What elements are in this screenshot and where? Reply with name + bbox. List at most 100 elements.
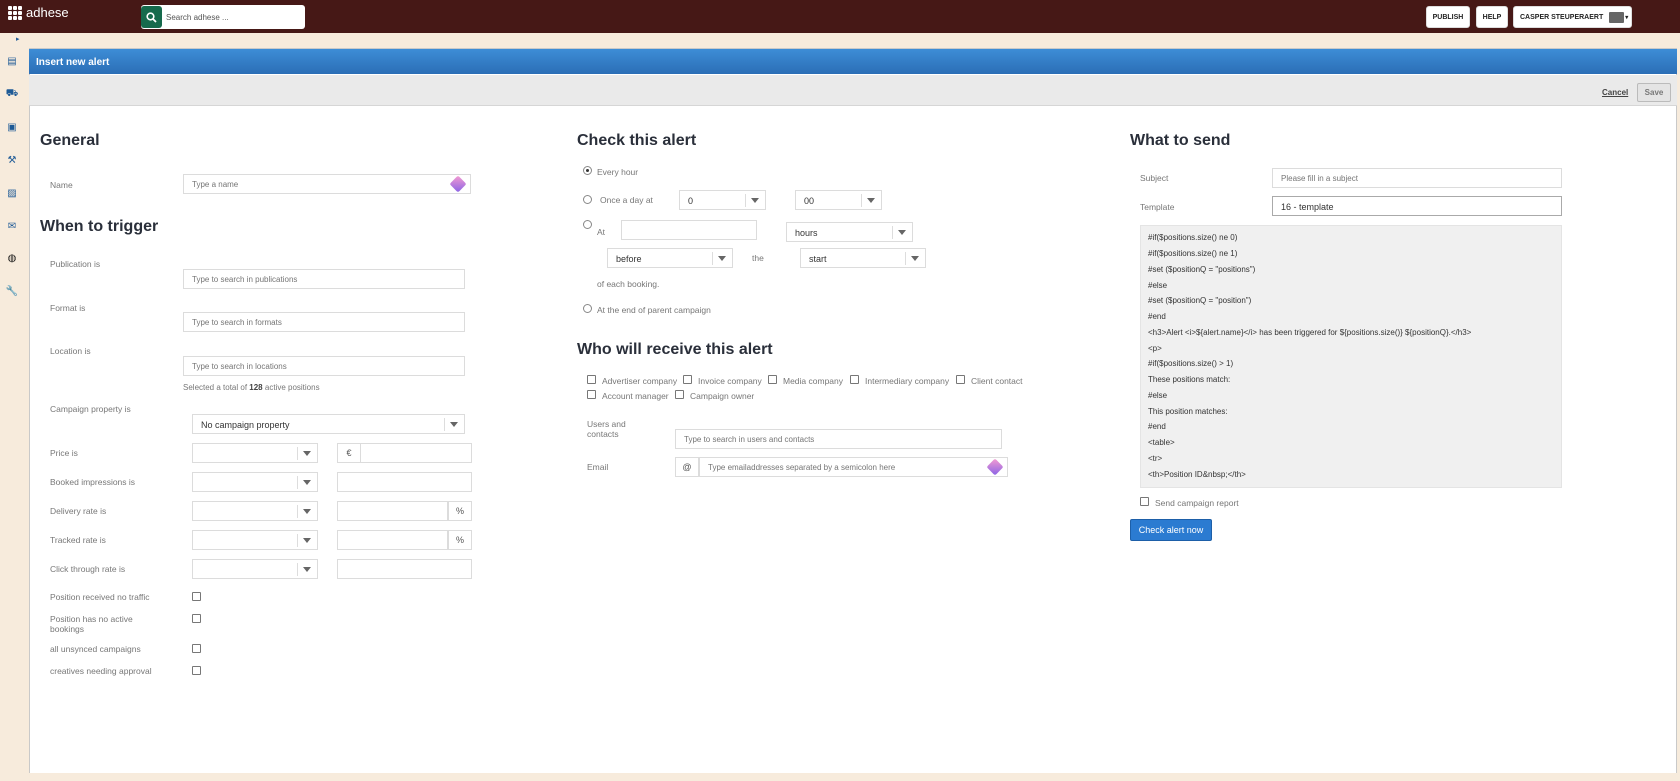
currency-addon: € <box>337 443 361 463</box>
search-button[interactable] <box>141 6 162 28</box>
at-radio[interactable] <box>583 220 592 229</box>
creatives-label: creatives needing approval <box>50 666 152 676</box>
expand-arrow-icon[interactable]: ▸ <box>16 35 20 43</box>
hour-select[interactable]: 0 <box>679 190 766 210</box>
no-traffic-checkbox[interactable] <box>192 592 201 601</box>
tracked-input[interactable] <box>337 530 448 550</box>
search-input[interactable] <box>166 9 301 25</box>
logo-grid-icon <box>8 5 22 20</box>
every-hour-radio[interactable] <box>583 166 592 175</box>
price-operator-select[interactable] <box>192 443 318 463</box>
user-name: CASPER STEUPERAERT <box>1520 13 1604 21</box>
bell-icon[interactable]: ◍ <box>6 253 18 264</box>
users-contacts-input[interactable] <box>675 429 1002 449</box>
code-line: <h3>Alert <i>${alert.name}</i> has been … <box>1148 328 1472 337</box>
booked-operator-select[interactable] <box>192 472 318 492</box>
image-icon[interactable]: ▨ <box>6 188 18 199</box>
chevron-down-icon <box>712 252 732 265</box>
gavel-icon[interactable]: ⚒ <box>6 155 18 166</box>
advertiser-company-checkbox[interactable] <box>587 375 596 384</box>
no-bookings-label: Position has no active bookings <box>50 614 133 634</box>
client-contact-checkbox[interactable] <box>956 375 965 384</box>
account-manager-label: Account manager <box>602 391 669 401</box>
code-line: These positions match: <box>1148 375 1231 384</box>
location-input[interactable] <box>183 356 465 376</box>
at-amount-input[interactable] <box>621 220 757 240</box>
delivery-operator-select[interactable] <box>192 501 318 521</box>
at-label: At <box>597 227 606 237</box>
chevron-down-icon <box>297 447 317 460</box>
relation-select[interactable]: before <box>607 248 733 268</box>
campaign-property-label: Campaign property is <box>50 404 131 414</box>
of-each-booking-label: of each booking. <box>597 279 660 289</box>
subject-label: Subject <box>1140 173 1169 183</box>
app-name: adhese <box>26 5 69 20</box>
trigger-heading: When to trigger <box>40 218 159 235</box>
save-button[interactable]: Save <box>1637 83 1671 102</box>
publication-label: Publication is <box>50 259 101 269</box>
publication-input[interactable] <box>183 269 465 289</box>
intermediary-company-checkbox[interactable] <box>850 375 859 384</box>
advertiser-company-label: Advertiser company <box>602 376 678 386</box>
wrench-icon[interactable]: 🔧 <box>6 286 18 297</box>
email-input[interactable] <box>699 457 1008 477</box>
price-label: Price is <box>50 448 78 458</box>
format-input[interactable] <box>183 312 465 332</box>
cancel-button[interactable]: Cancel <box>1602 88 1628 97</box>
campaign-owner-label: Campaign owner <box>690 391 755 401</box>
chevron-down-icon <box>892 226 912 239</box>
briefcase-icon[interactable]: ▣ <box>6 122 18 133</box>
intermediary-company-label: Intermediary company <box>865 376 950 386</box>
chevron-down-icon: ▾ <box>1625 14 1629 21</box>
no-bookings-checkbox[interactable] <box>192 614 201 623</box>
campaign-report-checkbox[interactable] <box>1140 497 1149 506</box>
template-label: Template <box>1140 202 1175 212</box>
user-menu-button[interactable]: CASPER STEUPERAERT ▾ <box>1513 6 1632 28</box>
code-line: <th>Position ID&nbsp;</th> <box>1148 470 1246 479</box>
the-label: the <box>752 253 764 263</box>
chevron-down-icon <box>297 476 317 489</box>
code-line: #set ($positionQ = "position") <box>1148 296 1252 305</box>
newspaper-icon[interactable]: ▤ <box>6 56 18 67</box>
once-a-day-radio[interactable] <box>583 195 592 204</box>
booked-input[interactable] <box>337 472 472 492</box>
creatives-checkbox[interactable] <box>192 666 201 675</box>
price-input[interactable] <box>360 443 472 463</box>
chevron-down-icon <box>861 194 881 207</box>
delivery-input[interactable] <box>337 501 448 521</box>
campaign-report-label: Send campaign report <box>1155 498 1239 508</box>
location-label: Location is <box>50 346 91 356</box>
account-manager-checkbox[interactable] <box>587 390 596 399</box>
template-select[interactable]: 16 - template <box>1272 196 1562 216</box>
dialog-toolbar <box>29 75 1677 106</box>
code-line: <table> <box>1148 438 1175 447</box>
app-logo[interactable]: adhese <box>8 5 69 20</box>
every-hour-label: Every hour <box>597 167 639 177</box>
page-bottom-strip <box>25 773 1680 781</box>
campaign-owner-checkbox[interactable] <box>675 390 684 399</box>
truck-icon[interactable]: ⛟ <box>6 88 19 100</box>
end-of-parent-radio[interactable] <box>583 304 592 313</box>
check-alert-now-button[interactable]: Check alert now <box>1130 519 1212 541</box>
users-contacts-label: Users and contacts <box>587 419 626 439</box>
publish-button[interactable]: PUBLISH <box>1426 6 1470 28</box>
name-input[interactable] <box>183 174 471 194</box>
chevron-down-icon <box>297 563 317 576</box>
unit-select[interactable]: hours <box>786 222 913 242</box>
campaign-property-select[interactable]: No campaign property <box>192 414 465 434</box>
ctr-input[interactable] <box>337 559 472 579</box>
envelope-icon[interactable]: ✉ <box>6 221 18 232</box>
media-company-checkbox[interactable] <box>768 375 777 384</box>
invoice-company-checkbox[interactable] <box>683 375 692 384</box>
subject-input[interactable] <box>1272 168 1562 188</box>
anchor-select[interactable]: start <box>800 248 926 268</box>
ctr-operator-select[interactable] <box>192 559 318 579</box>
help-button[interactable]: HELP <box>1476 6 1508 28</box>
booked-impressions-label: Booked impressions is <box>50 477 136 487</box>
unsynced-checkbox[interactable] <box>192 644 201 653</box>
percent-addon: % <box>448 501 472 521</box>
code-line: #if($positions.size() ne 0) <box>1148 233 1238 242</box>
tracked-operator-select[interactable] <box>192 530 318 550</box>
minute-select[interactable]: 00 <box>795 190 882 210</box>
end-of-parent-label: At the end of parent campaign <box>597 305 711 315</box>
